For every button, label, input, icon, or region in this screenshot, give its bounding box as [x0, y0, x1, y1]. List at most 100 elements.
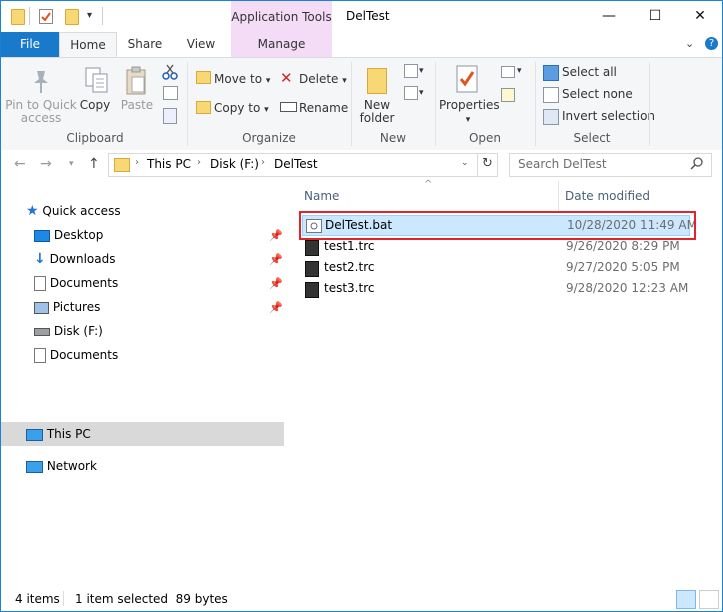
- nav-item-downloads[interactable]: ↓ Downloads: [34, 248, 115, 270]
- easy-access-icon[interactable]: [404, 86, 418, 100]
- nav-label: Pictures: [52, 300, 101, 314]
- dropdown-arrow-icon[interactable]: ▾: [419, 66, 424, 76]
- window-title: DelTest: [346, 9, 390, 23]
- column-header-name[interactable]: Name: [304, 189, 339, 203]
- dropdown-arrow-icon: ▾: [465, 115, 471, 125]
- select-none-icon: [543, 87, 559, 103]
- details-view-button[interactable]: [676, 590, 696, 609]
- pin-icon[interactable]: 📌: [269, 301, 283, 314]
- nav-label: Documents: [49, 276, 119, 290]
- nav-item-desktop[interactable]: Desktop: [34, 224, 103, 246]
- dropdown-arrow-icon[interactable]: ▾: [419, 88, 424, 98]
- address-bar[interactable]: › This PC › Disk (F:) › DelTest ⌄ ↻: [108, 153, 498, 177]
- expand-ribbon-icon[interactable]: ⌄: [685, 37, 694, 50]
- folder-icon: [114, 158, 130, 172]
- dropdown-arrow-icon: ▾: [342, 76, 347, 86]
- tab-file[interactable]: File: [1, 32, 59, 57]
- nav-this-pc[interactable]: This PC: [26, 423, 91, 445]
- search-box[interactable]: Search DelTest: [509, 153, 712, 177]
- breadcrumb-disk-f[interactable]: Disk (F:): [210, 157, 259, 171]
- select-none-button[interactable]: Select none: [562, 87, 633, 101]
- column-header-date-modified[interactable]: Date modified: [565, 189, 650, 203]
- close-button[interactable]: ✕: [677, 1, 722, 32]
- folder-icon: [11, 9, 25, 25]
- cut-icon[interactable]: [162, 64, 178, 83]
- rename-icon: [280, 102, 297, 112]
- clipboard-group-label: Clipboard: [66, 131, 124, 145]
- sort-ascending-icon: ^: [424, 179, 433, 190]
- pin-icon[interactable]: 📌: [269, 277, 283, 290]
- help-icon[interactable]: ?: [705, 37, 718, 50]
- group-separator: [649, 62, 650, 146]
- breadcrumb-chevron-icon[interactable]: ›: [197, 157, 201, 168]
- nav-network[interactable]: Network: [26, 455, 97, 477]
- breadcrumb-deltest[interactable]: DelTest: [274, 157, 318, 171]
- customize-quick-access-icon[interactable]: ▾: [87, 10, 92, 21]
- breadcrumb-this-pc[interactable]: This PC: [147, 157, 191, 171]
- paste-shortcut-icon[interactable]: [163, 108, 177, 124]
- breadcrumb-chevron-icon[interactable]: ›: [261, 157, 265, 168]
- invert-selection-button[interactable]: Invert selection: [562, 109, 655, 123]
- refresh-icon[interactable]: ↻: [482, 156, 493, 171]
- nav-item-pictures[interactable]: Pictures: [34, 296, 100, 318]
- nav-item-documents-2[interactable]: Documents: [34, 344, 118, 366]
- tab-home[interactable]: Home: [59, 32, 117, 58]
- copy-to-button[interactable]: Copy to ▾: [214, 101, 269, 115]
- properties-button[interactable]: Properties ▾: [439, 99, 500, 127]
- pin-to-quick-access-button[interactable]: Pin to Quick access: [5, 99, 77, 125]
- divider: [477, 154, 478, 176]
- ribbon-home: Pin to Quick access Copy Paste Clipboard…: [1, 57, 722, 151]
- network-icon: [26, 460, 43, 473]
- nav-item-documents[interactable]: Documents: [34, 272, 118, 294]
- new-folder-quick-icon[interactable]: [65, 9, 79, 25]
- nav-label: Downloads: [49, 252, 116, 266]
- move-to-button[interactable]: Move to ▾: [214, 72, 270, 86]
- tab-view[interactable]: View: [176, 32, 226, 57]
- column-separator[interactable]: [558, 181, 559, 211]
- file-date: 9/26/2020 8:29 PM: [566, 239, 680, 253]
- up-button[interactable]: ↑: [88, 156, 100, 172]
- tab-share[interactable]: Share: [120, 32, 170, 57]
- nav-item-disk-f[interactable]: Disk (F:): [34, 320, 103, 342]
- copy-path-icon[interactable]: [163, 86, 178, 100]
- edit-icon[interactable]: [501, 88, 515, 102]
- dropdown-arrow-icon[interactable]: ▾: [517, 66, 522, 76]
- file-date: 9/27/2020 5:05 PM: [566, 260, 680, 274]
- pin-icon[interactable]: 📌: [269, 229, 283, 242]
- breadcrumb-chevron-icon[interactable]: ›: [135, 157, 139, 168]
- table-row[interactable]: test1.trc 9/26/2020 8:29 PM: [302, 237, 688, 257]
- search-icon[interactable]: [690, 156, 704, 173]
- address-dropdown-icon[interactable]: ⌄: [461, 158, 469, 168]
- properties-quick-icon[interactable]: [39, 9, 53, 24]
- table-row[interactable]: test2.trc 9/27/2020 5:05 PM: [302, 258, 688, 278]
- trc-file-icon: [305, 240, 319, 256]
- back-button[interactable]: ←: [14, 156, 26, 172]
- new-folder-button[interactable]: New folder: [355, 99, 399, 125]
- forward-button[interactable]: →: [40, 156, 52, 172]
- select-all-button[interactable]: Select all: [562, 65, 617, 79]
- invert-selection-icon: [543, 109, 559, 125]
- delete-button[interactable]: Delete ▾: [299, 72, 347, 86]
- recent-locations-button[interactable]: ▾: [69, 159, 74, 169]
- pin-icon[interactable]: 📌: [269, 253, 283, 266]
- desktop-icon: [34, 229, 50, 242]
- file-name: test3.trc: [324, 281, 375, 295]
- copy-button[interactable]: Copy: [77, 99, 113, 112]
- table-row[interactable]: test3.trc 9/28/2020 12:23 AM: [302, 279, 688, 299]
- rename-button[interactable]: Rename: [299, 101, 348, 115]
- navigation-bar: ← → ▾ ↑ › This PC › Disk (F:) › DelTest …: [1, 150, 722, 180]
- maximize-button[interactable]: ☐: [632, 1, 678, 32]
- move-to-icon: [196, 71, 211, 84]
- select-group-label: Select: [573, 131, 611, 145]
- group-separator: [535, 62, 536, 146]
- search-input[interactable]: Search DelTest: [518, 157, 607, 171]
- status-bar: 4 items 1 item selected 89 bytes: [1, 588, 722, 611]
- minimize-button[interactable]: —: [586, 1, 632, 32]
- tab-manage[interactable]: Manage: [231, 32, 332, 57]
- open-icon[interactable]: [501, 66, 515, 78]
- new-item-icon[interactable]: [404, 64, 418, 78]
- nav-quick-access[interactable]: ★ Quick access: [26, 200, 121, 222]
- large-icons-view-button[interactable]: [699, 590, 719, 609]
- paste-button[interactable]: Paste: [118, 99, 156, 112]
- status-selection: 1 item selected 89 bytes: [75, 592, 228, 606]
